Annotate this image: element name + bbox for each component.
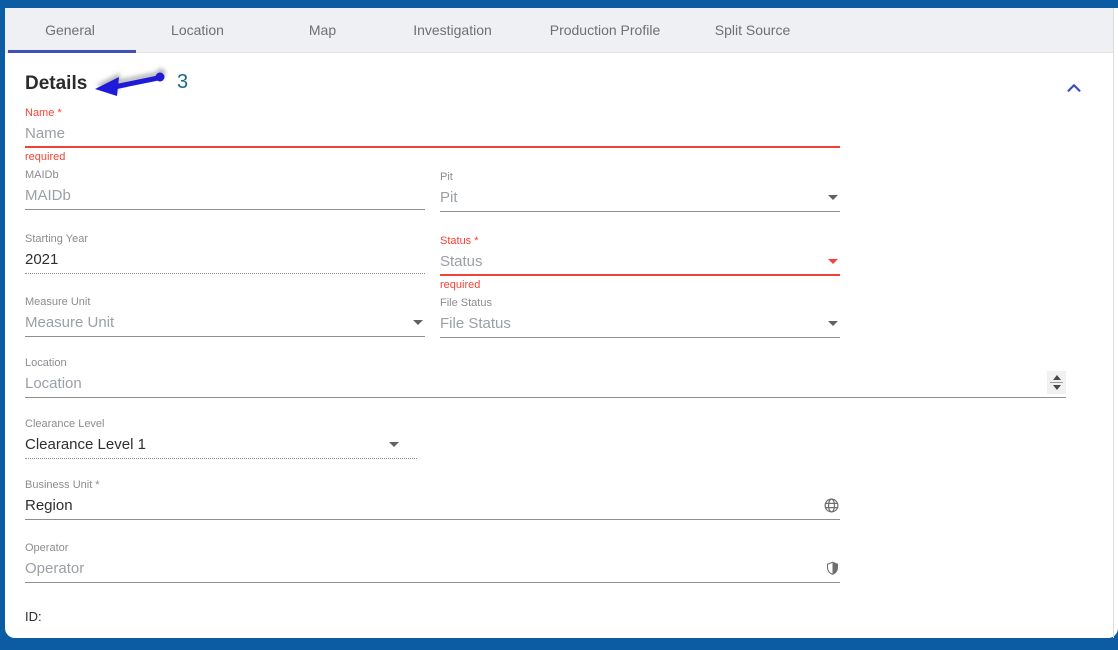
- status-select-placeholder: Status: [440, 252, 483, 270]
- spinner-divider: [1050, 382, 1063, 383]
- general-tab-panel: Details 3 Name * required MAIDb: [5, 53, 1118, 638]
- name-label: Name *: [25, 107, 62, 119]
- business-unit-input[interactable]: [25, 497, 815, 514]
- file-status-field: File Status File Status: [440, 296, 840, 338]
- dropdown-arrow-icon: [828, 258, 838, 264]
- spinner-up-icon[interactable]: [1052, 375, 1061, 380]
- name-field: Name * required: [25, 106, 840, 163]
- measure-unit-select-placeholder: Measure Unit: [25, 314, 115, 331]
- file-status-select[interactable]: File Status: [440, 310, 840, 338]
- tab-location-label: Location: [171, 22, 224, 38]
- pit-field: Pit Pit: [440, 170, 840, 212]
- tab-production-profile-label: Production Profile: [549, 22, 661, 38]
- app-window: General Location Map Investigation Produ…: [0, 0, 1118, 650]
- number-spinner[interactable]: [1047, 371, 1066, 394]
- location-field: Location: [25, 356, 1066, 398]
- dropdown-arrow-icon: [828, 321, 838, 326]
- clearance-level-label: Clearance Level: [25, 418, 105, 430]
- tab-split-source[interactable]: Split Source: [690, 8, 815, 52]
- status-select[interactable]: Status: [440, 248, 840, 276]
- starting-year-control: [25, 246, 425, 274]
- starting-year-input[interactable]: [25, 251, 425, 268]
- shield-icon: [825, 560, 840, 577]
- tab-investigation[interactable]: Investigation: [385, 8, 520, 52]
- panel-right-border: [1113, 8, 1114, 638]
- file-status-select-placeholder: File Status: [440, 315, 511, 332]
- name-input[interactable]: [25, 124, 840, 142]
- tab-general-label: General: [45, 22, 95, 38]
- tab-general[interactable]: General: [5, 8, 135, 52]
- maidb-input[interactable]: [25, 187, 425, 204]
- dropdown-arrow-icon: [413, 320, 423, 325]
- pit-label: Pit: [440, 171, 453, 183]
- tab-location[interactable]: Location: [135, 8, 260, 52]
- globe-icon: [823, 497, 840, 514]
- dropdown-arrow-icon: [828, 195, 838, 200]
- maidb-field: MAIDb: [25, 168, 425, 210]
- status-field: Status * Status required: [440, 234, 840, 291]
- collapse-section-button[interactable]: [1061, 75, 1087, 101]
- maidb-control[interactable]: [25, 182, 425, 210]
- measure-unit-field: Measure Unit Measure Unit: [25, 295, 425, 337]
- clearance-level-field: Clearance Level Clearance Level 1: [25, 417, 417, 459]
- business-unit-label: Business Unit *: [25, 479, 100, 491]
- tab-investigation-label: Investigation: [413, 22, 492, 38]
- tab-split-source-label: Split Source: [714, 22, 791, 38]
- measure-unit-select[interactable]: Measure Unit: [25, 309, 425, 337]
- tab-bar: General Location Map Investigation Produ…: [5, 8, 1113, 53]
- measure-unit-label: Measure Unit: [25, 296, 91, 308]
- location-label: Location: [25, 357, 67, 369]
- chevron-up-icon: [1067, 84, 1081, 92]
- operator-control[interactable]: [25, 555, 840, 583]
- operator-input[interactable]: [25, 560, 817, 577]
- maidb-label: MAIDb: [25, 169, 59, 181]
- tab-map-label: Map: [308, 22, 337, 38]
- clearance-level-select[interactable]: Clearance Level 1: [25, 431, 417, 459]
- top-right-gutter: [1114, 8, 1118, 53]
- starting-year-field: Starting Year: [25, 232, 425, 274]
- business-unit-control[interactable]: [25, 492, 840, 520]
- operator-field: Operator: [25, 541, 840, 583]
- dropdown-arrow-icon: [389, 442, 399, 447]
- annotation-number: 3: [177, 71, 189, 93]
- name-error: required: [25, 151, 66, 163]
- business-unit-field: Business Unit *: [25, 478, 840, 520]
- status-label: Status *: [440, 235, 479, 247]
- location-input[interactable]: [25, 375, 1039, 392]
- name-control[interactable]: [25, 120, 840, 148]
- tab-map[interactable]: Map: [260, 8, 385, 52]
- record-id-label: ID:: [25, 609, 42, 624]
- pit-select[interactable]: Pit: [440, 184, 840, 212]
- operator-label: Operator: [25, 542, 69, 554]
- spinner-down-icon[interactable]: [1052, 385, 1061, 390]
- location-control[interactable]: [25, 370, 1066, 398]
- clearance-level-value: Clearance Level 1: [25, 436, 146, 453]
- pit-select-placeholder: Pit: [440, 189, 458, 206]
- tab-production-profile[interactable]: Production Profile: [520, 8, 690, 52]
- annotation-arrow-icon: [95, 72, 165, 96]
- starting-year-label: Starting Year: [25, 233, 88, 245]
- status-error: required: [440, 279, 481, 291]
- section-title: Details: [25, 73, 88, 94]
- file-status-label: File Status: [440, 297, 492, 309]
